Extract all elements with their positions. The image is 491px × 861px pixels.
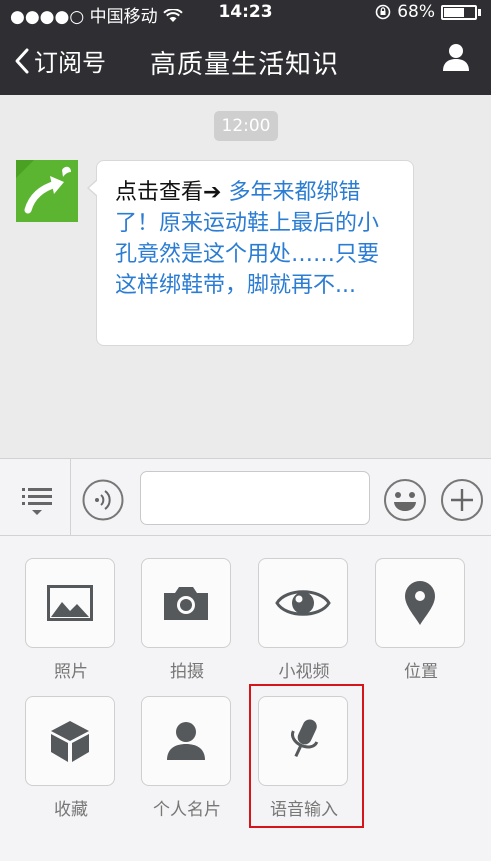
highlight-box [249,684,364,828]
person-icon [167,722,205,760]
avatar[interactable] [16,160,78,222]
message-bubble[interactable]: 点击查看➔ 多年来都绑错了！原来运动鞋上最后的小孔竟然是这个用处……只要这样绑鞋… [87,160,414,346]
camera-tile[interactable] [141,558,231,648]
panel-item-label: 小视频 [278,662,330,682]
panel-item-favorites[interactable]: 收藏 [25,696,117,820]
page-title: 高质量生活知识 [150,50,340,80]
chevron-left-icon [15,48,29,73]
cube-icon [51,721,89,762]
battery-icon [441,4,477,20]
input-bar [0,458,491,536]
plus-icon [441,479,483,521]
panel-item-label: 位置 [404,662,438,682]
top-bar: ●●●●○ 中国移动 14:23 68% 订阅号 高质量生活知识 [0,0,491,95]
smiley-icon [384,479,426,521]
message-input[interactable] [140,471,370,525]
camera-icon [164,587,208,620]
list-menu-icon [22,488,52,515]
panel-item-label: 照片 [54,662,88,682]
video-tile[interactable] [258,558,348,648]
panel-item-contact-card[interactable]: 个人名片 [141,696,233,820]
favorites-tile[interactable] [25,696,115,786]
message-lead: 点击查看 [115,180,204,205]
status-bar: ●●●●○ 中国移动 14:23 68% [0,0,491,27]
photo-tile[interactable] [25,558,115,648]
rotation-lock-icon [375,4,391,20]
voice-mode-button[interactable] [82,479,124,521]
panel-item-label: 收藏 [54,800,88,820]
battery-percent: 68% [397,2,435,22]
photo-icon [47,585,93,621]
voice-icon [82,479,124,521]
location-pin-icon [405,581,435,625]
profile-button[interactable] [441,42,471,76]
panel-item-location[interactable]: 位置 [375,558,467,682]
back-button[interactable]: 订阅号 [14,43,106,78]
contact-card-tile[interactable] [141,696,231,786]
panel-item-label: 个人名片 [153,800,221,820]
battery-status: 68% [375,2,481,22]
panel-item-photos[interactable]: 照片 [25,558,117,682]
menu-toggle-button[interactable] [16,479,58,521]
person-icon [443,44,469,71]
account-logo-icon [16,160,78,222]
message-timestamp: 12:00 [214,111,278,141]
location-tile[interactable] [375,558,465,648]
back-label: 订阅号 [34,49,106,77]
panel-item-label: 拍摄 [170,662,204,682]
panel-item-camera[interactable]: 拍摄 [141,558,233,682]
more-options-button[interactable] [440,478,484,522]
input-divider [70,459,71,535]
nav-bar: 订阅号 高质量生活知识 [0,28,491,95]
emoji-button[interactable] [383,478,427,522]
panel-item-video[interactable]: 小视频 [258,558,350,682]
arrow-icon: ➔ [203,180,222,205]
eye-icon [275,590,331,616]
